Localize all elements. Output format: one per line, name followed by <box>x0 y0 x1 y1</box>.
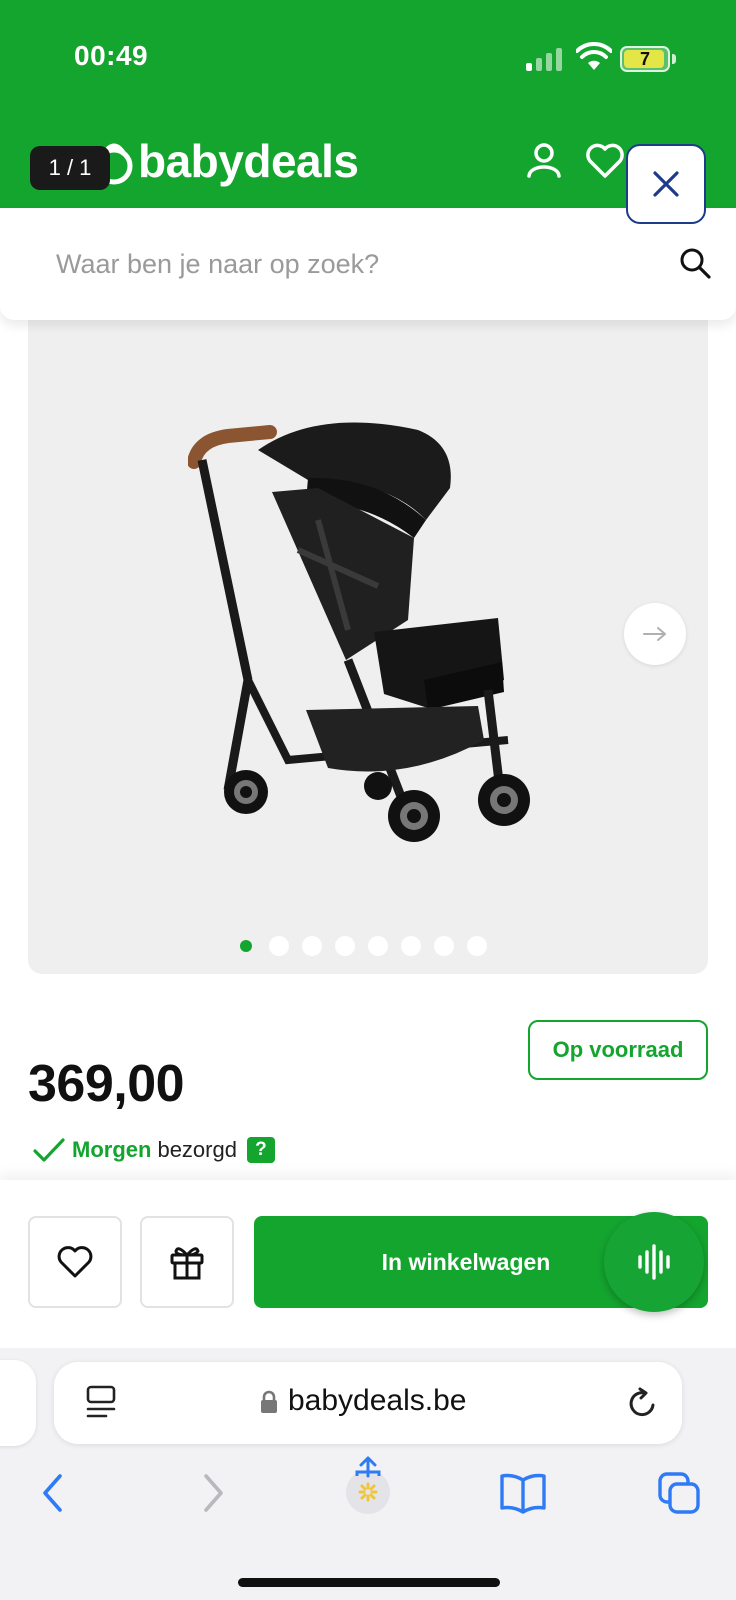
forward-icon[interactable] <box>198 1470 228 1516</box>
address-bar[interactable]: babydeals.be <box>54 1362 682 1444</box>
delivery-day: Morgen <box>72 1137 152 1162</box>
carousel-dots <box>28 936 708 956</box>
battery-icon: 7 <box>620 46 670 72</box>
search-input[interactable] <box>56 242 636 286</box>
reload-icon[interactable] <box>626 1386 660 1420</box>
close-button[interactable] <box>626 144 706 224</box>
reader-icon[interactable] <box>84 1384 118 1422</box>
product-gallery[interactable] <box>28 320 708 974</box>
close-icon <box>653 171 679 197</box>
carousel-dot[interactable] <box>269 936 289 956</box>
back-icon[interactable] <box>38 1470 68 1516</box>
carousel-dot[interactable] <box>368 936 388 956</box>
carousel-dot[interactable] <box>401 936 421 956</box>
carousel-dot[interactable] <box>434 936 454 956</box>
status-time: 00:49 <box>74 40 149 71</box>
carousel-dot[interactable] <box>335 936 355 956</box>
battery-level: 7 <box>639 49 650 69</box>
site-logo[interactable]: babydeals <box>138 134 359 188</box>
carousel-dot[interactable] <box>240 940 252 952</box>
voice-assistant-button[interactable] <box>604 1212 704 1312</box>
carousel-dot[interactable] <box>467 936 487 956</box>
search-bar <box>0 208 736 320</box>
tabs-icon[interactable] <box>656 1470 702 1516</box>
arrow-right-icon <box>643 627 666 641</box>
carousel-dot[interactable] <box>302 936 322 956</box>
wishlist-heart-icon[interactable] <box>584 140 626 180</box>
image-counter: 1 / 1 <box>30 146 110 190</box>
product-price: 369,00 <box>28 1055 185 1113</box>
gift-icon <box>170 1247 204 1280</box>
wifi-icon <box>576 42 612 70</box>
signal-icon <box>526 47 562 71</box>
stock-badge: Op voorraad <box>528 1020 708 1080</box>
check-icon <box>33 1138 65 1162</box>
lock-icon <box>261 1390 277 1413</box>
voice-icon <box>638 1244 670 1280</box>
search-icon[interactable] <box>678 246 712 280</box>
gift-list-button[interactable] <box>140 1216 234 1308</box>
share-icon[interactable] <box>342 1454 394 1516</box>
action-bar: In winkelwagen <box>0 1180 736 1348</box>
delivery-info: Morgen bezorgd ? <box>32 1132 275 1168</box>
user-icon[interactable] <box>524 140 564 180</box>
status-bar: 00:49 7 <box>0 0 736 120</box>
add-to-wishlist-button[interactable] <box>28 1216 122 1308</box>
next-image-button[interactable] <box>624 603 686 665</box>
bookmarks-icon[interactable] <box>498 1470 548 1516</box>
heart-icon <box>57 1246 93 1278</box>
help-badge[interactable]: ? <box>246 1137 275 1163</box>
delivery-text: bezorgd <box>157 1137 237 1162</box>
browser-toolbar: babydeals.be <box>0 1348 736 1600</box>
url-text: babydeals.be <box>288 1384 467 1417</box>
stroller-image <box>188 422 530 842</box>
previous-tab[interactable] <box>0 1360 36 1446</box>
home-indicator[interactable] <box>238 1578 500 1587</box>
